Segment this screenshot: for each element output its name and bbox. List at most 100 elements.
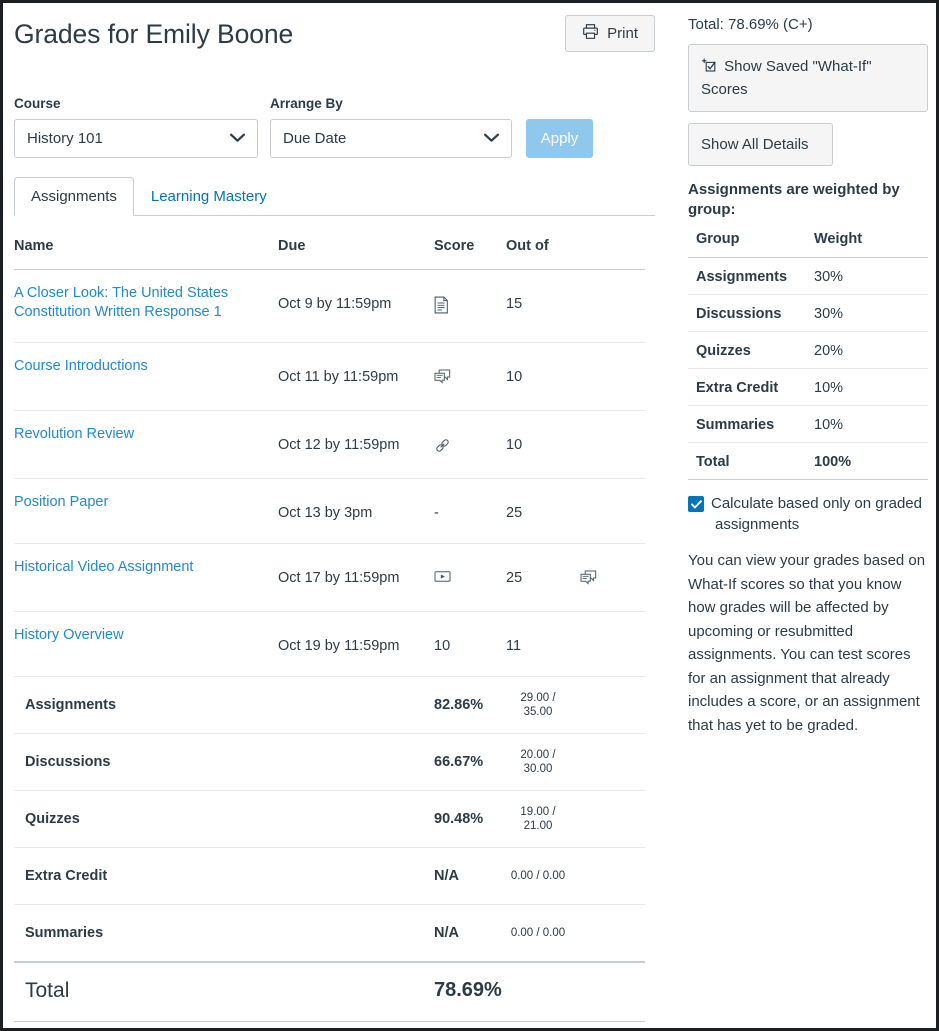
weights-total-label: Total — [688, 442, 808, 480]
assignment-due-cell: Oct 9 by 11:59pm — [278, 269, 434, 343]
show-saved-whatif-scores-button[interactable]: Show Saved "What-If" Scores — [688, 44, 928, 112]
assignment-name-cell: Revolution Review — [14, 410, 278, 479]
group-row: Extra Credit N/A 0.00 / 0.00 — [14, 847, 645, 905]
group-row: Quizzes 90.48% 19.00 / 21.00 — [14, 790, 645, 848]
page-title: Grades for Emily Boone — [14, 19, 294, 49]
assignment-comment-cell — [580, 611, 645, 677]
print-button-label: Print — [607, 25, 638, 42]
weight-group-name: Extra Credit — [688, 368, 808, 406]
assignment-link[interactable]: Course Introductions — [14, 357, 148, 376]
group-name: Summaries — [14, 904, 278, 962]
group-due-cell — [278, 847, 434, 905]
grades-table-header-row: Name Due Score Out of — [14, 238, 645, 270]
table-row: A Closer Look: The United States Constit… — [14, 269, 645, 343]
weight-group-value: 10% — [808, 405, 928, 443]
assignment-comment-cell — [580, 269, 645, 343]
group-extra-cell — [580, 790, 645, 848]
group-name: Discussions — [14, 733, 278, 791]
weight-group-name: Quizzes — [688, 331, 808, 369]
weight-group-value: 30% — [808, 294, 928, 332]
media-play-icon — [434, 570, 451, 583]
arrange-by-select[interactable]: Due Date — [270, 119, 512, 158]
group-due-cell — [278, 733, 434, 791]
col-header-score: Score — [434, 238, 506, 270]
assignment-due-cell: Oct 12 by 11:59pm — [278, 410, 434, 479]
assignment-comment-cell — [580, 543, 645, 612]
weight-group-value: 30% — [808, 257, 928, 295]
group-due-cell — [278, 676, 434, 734]
grades-tabs: Assignments Learning Mastery — [14, 177, 655, 216]
table-row: Position Paper Oct 13 by 3pm - 25 — [14, 478, 645, 544]
assignment-score-cell — [434, 269, 506, 343]
tab-assignments[interactable]: Assignments — [14, 177, 134, 216]
grades-main-column: Grades for Emily Boone Print Course Hist — [3, 3, 675, 1028]
arrange-by-select-wrapper: Due Date — [270, 119, 512, 158]
grades-sidebar: Total: 78.69% (C+) Show Saved "What-If" … — [684, 3, 936, 737]
assignment-score-cell — [434, 410, 506, 479]
arrange-by-label: Arrange By — [270, 96, 343, 111]
apply-button[interactable]: Apply — [526, 119, 593, 158]
show-all-details-button[interactable]: Show All Details — [688, 123, 833, 166]
group-percent: 66.67% — [434, 733, 506, 791]
show-saved-whatif-scores-label: Show Saved "What-If" Scores — [701, 58, 872, 98]
total-points-cell — [506, 960, 580, 1022]
weight-group-name: Discussions — [688, 294, 808, 332]
printer-icon — [582, 23, 599, 44]
table-row: History Overview Oct 19 by 11:59pm 10 11 — [14, 611, 645, 677]
assignment-out-of-cell: 11 — [506, 611, 580, 677]
tab-learning-mastery[interactable]: Learning Mastery — [134, 177, 284, 216]
group-extra-cell — [580, 847, 645, 905]
assignment-name-cell: Position Paper — [14, 478, 278, 544]
total-extra-cell — [580, 960, 645, 1022]
group-percent: N/A — [434, 847, 506, 905]
group-extra-cell — [580, 904, 645, 962]
course-field: Course History 101 — [14, 96, 258, 158]
group-due-cell — [278, 790, 434, 848]
whatif-description: You can view your grades based on What-I… — [688, 552, 926, 734]
assignment-name-cell: Historical Video Assignment — [14, 543, 278, 612]
weights-total-row: Total 100% — [688, 442, 928, 480]
group-row: Assignments 82.86% 29.00 / 35.00 — [14, 676, 645, 734]
assignment-link[interactable]: Position Paper — [14, 493, 108, 512]
weights-col-group: Group — [688, 228, 808, 258]
assignment-due-cell: Oct 11 by 11:59pm — [278, 342, 434, 411]
group-percent: 90.48% — [434, 790, 506, 848]
assignment-name-cell: Course Introductions — [14, 342, 278, 411]
assignment-out-of-cell: 15 — [506, 269, 580, 343]
calculate-graded-only-label[interactable]: Calculate based only on graded assignmen… — [711, 493, 928, 535]
table-row: Historical Video Assignment Oct 17 by 11… — [14, 543, 645, 612]
assignment-out-of-cell: 10 — [506, 342, 580, 411]
print-button[interactable]: Print — [565, 15, 655, 52]
assignment-link[interactable]: Revolution Review — [14, 425, 134, 444]
calculate-graded-only-row: Calculate based only on graded assignmen… — [688, 493, 928, 535]
weights-row: Extra Credit 10% — [688, 368, 928, 406]
group-percent: 82.86% — [434, 676, 506, 734]
assignment-name-cell: History Overview — [14, 611, 278, 677]
total-due-cell — [278, 960, 434, 1022]
col-header-due: Due — [278, 238, 434, 270]
weights-header-row: Group Weight — [688, 228, 928, 258]
assignment-score-cell: - — [434, 478, 506, 544]
assignment-out-of-cell: 10 — [506, 410, 580, 479]
total-percent: 78.69% — [434, 960, 506, 1022]
assignment-link[interactable]: A Closer Look: The United States Constit… — [14, 284, 278, 322]
assignment-name-cell: A Closer Look: The United States Constit… — [14, 269, 278, 343]
comment-icon[interactable] — [580, 570, 597, 587]
total-label: Total — [14, 960, 278, 1022]
calculate-graded-only-checkbox[interactable] — [688, 496, 704, 512]
assignment-comment-cell — [580, 478, 645, 544]
col-header-name: Name — [14, 238, 278, 270]
group-name: Quizzes — [14, 790, 278, 848]
assignment-link[interactable]: History Overview — [14, 626, 124, 645]
weights-row: Assignments 30% — [688, 257, 928, 295]
weights-row: Quizzes 20% — [688, 331, 928, 369]
weights-total-value: 100% — [808, 442, 928, 480]
group-weights-table: Group Weight Assignments 30% Discussions… — [688, 228, 928, 480]
group-due-cell — [278, 904, 434, 962]
assignment-due-cell: Oct 19 by 11:59pm — [278, 611, 434, 677]
group-points: 0.00 / 0.00 — [506, 904, 580, 962]
assignment-due-cell: Oct 13 by 3pm — [278, 478, 434, 544]
course-select-wrapper: History 101 — [14, 119, 258, 158]
course-select[interactable]: History 101 — [14, 119, 258, 158]
assignment-link[interactable]: Historical Video Assignment — [14, 558, 193, 577]
